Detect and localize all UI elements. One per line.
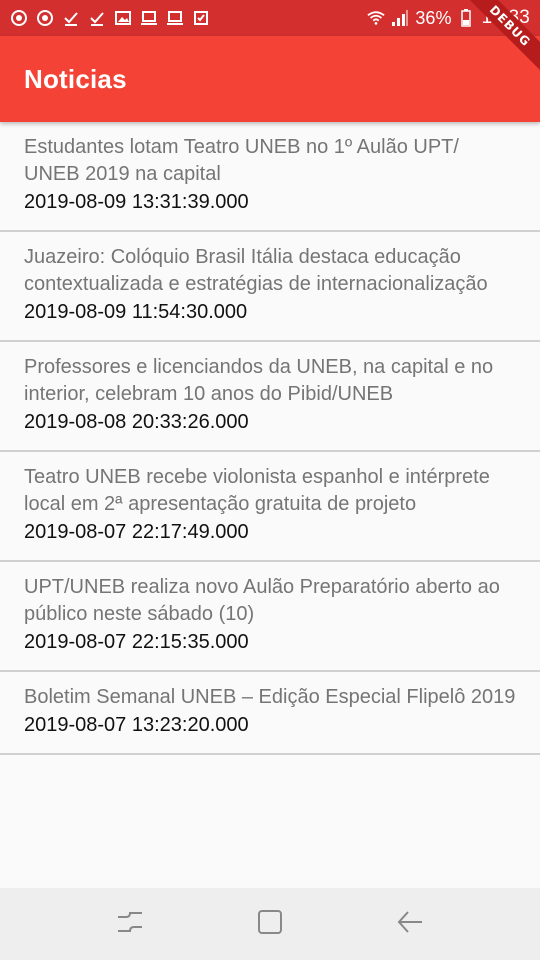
news-title: Juazeiro: Colóquio Brasil Itália destaca… [24, 246, 488, 295]
news-date: 2019-08-07 13:23:20.000 [24, 714, 249, 736]
recents-button[interactable] [110, 904, 150, 944]
status-bar: 36% 16:33 [0, 0, 540, 36]
battery-percent: 36% [415, 7, 452, 28]
home-icon [257, 909, 283, 940]
page-title: Noticias [24, 63, 127, 94]
back-icon [396, 909, 424, 940]
task-icon [192, 9, 210, 27]
chrome-icon [36, 9, 54, 27]
back-button[interactable] [390, 904, 430, 944]
news-title: Estudantes lotam Teatro UNEB no 1º Aulão… [24, 136, 459, 185]
list-item[interactable]: Teatro UNEB recebe violonista espanhol e… [0, 452, 540, 562]
signal-icon [391, 9, 409, 27]
news-list[interactable]: Estudantes lotam Teatro UNEB no 1º Aulão… [0, 122, 540, 888]
check-icon [62, 9, 80, 27]
laptop-icon [166, 9, 184, 27]
news-date: 2019-08-07 22:17:49.000 [24, 521, 249, 543]
news-date: 2019-08-08 20:33:26.000 [24, 411, 249, 433]
news-date: 2019-08-09 11:54:30.000 [24, 301, 248, 323]
navigation-bar [0, 888, 540, 960]
laptop-icon [140, 9, 158, 27]
battery-icon [457, 9, 475, 27]
news-title: Professores e licenciandos da UNEB, na c… [24, 356, 494, 405]
image-icon [114, 9, 132, 27]
news-title: Boletim Semanal UNEB – Edição Especial F… [24, 686, 516, 708]
news-date: 2019-08-07 22:15:35.000 [24, 631, 249, 653]
news-date: 2019-08-09 13:31:39.000 [24, 191, 249, 213]
recents-icon [116, 909, 144, 940]
list-item[interactable]: Estudantes lotam Teatro UNEB no 1º Aulão… [0, 122, 540, 232]
list-item[interactable]: Boletim Semanal UNEB – Edição Especial F… [0, 672, 540, 755]
news-title: UPT/UNEB realiza novo Aulão Preparatório… [24, 576, 500, 625]
check-icon [88, 9, 106, 27]
notification-icons [10, 9, 210, 27]
list-item[interactable]: UPT/UNEB realiza novo Aulão Preparatório… [0, 562, 540, 672]
list-item[interactable]: Juazeiro: Colóquio Brasil Itália destaca… [0, 232, 540, 342]
chrome-icon [10, 9, 28, 27]
wifi-icon [367, 9, 386, 27]
news-title: Teatro UNEB recebe violonista espanhol e… [24, 466, 490, 515]
list-item[interactable]: Professores e licenciandos da UNEB, na c… [0, 342, 540, 452]
home-button[interactable] [250, 904, 290, 944]
clock: 16:33 [481, 7, 530, 28]
system-indicators: 36% 16:33 [367, 7, 530, 29]
app-bar: Noticias [0, 36, 540, 122]
